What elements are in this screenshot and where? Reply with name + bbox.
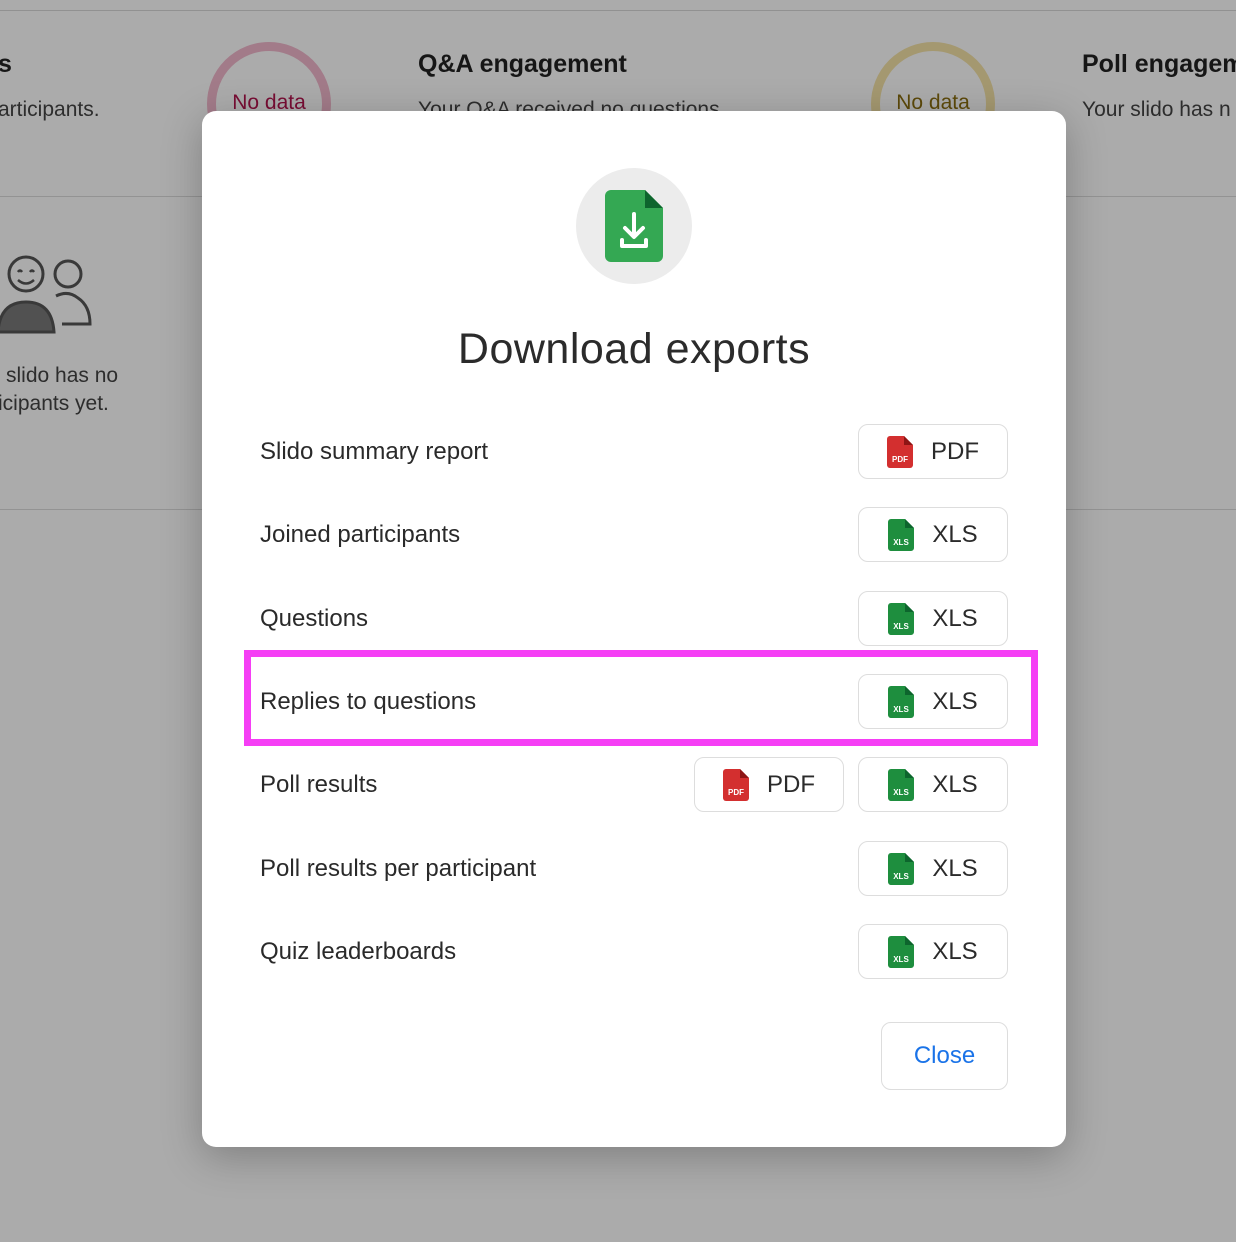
export-button-group: PDF PDF [858,424,1008,479]
export-button-label: XLS [932,770,978,798]
export-button-group: XLS XLS [858,507,1008,562]
export-button-label: XLS [932,520,978,548]
pdf-file-icon: PDF [887,435,913,468]
export-button-group: XLS XLS [858,841,1008,896]
export-row-label: Quiz leaderboards [260,938,457,965]
svg-text:PDF: PDF [728,788,744,797]
pdf-file-icon: PDF [723,768,749,801]
export-button-label: XLS [932,687,978,715]
export-row-label: Slido summary report [260,438,489,465]
export-row: Replies to questions XLS XLS [260,674,1008,730]
export-row: Slido summary report PDF PDF [260,424,1008,480]
xls-file-icon: XLS [888,602,915,635]
export-xls-button[interactable]: XLS XLS [858,924,1008,979]
export-button-group: PDF PDF XLS XLS [694,757,1008,812]
svg-text:XLS: XLS [894,538,910,547]
download-exports-dialog: Download exports Slido summary report PDF… [202,111,1066,1147]
export-pdf-button[interactable]: PDF PDF [694,757,844,812]
export-pdf-button[interactable]: PDF PDF [858,424,1008,479]
export-row-label: Joined participants [260,521,461,548]
export-row-label: Poll results [260,771,378,798]
export-xls-button[interactable]: XLS XLS [858,507,1008,562]
export-button-group: XLS XLS [858,591,1008,646]
export-xls-button[interactable]: XLS XLS [858,841,1008,896]
export-row-label: Poll results per participant [260,855,537,882]
svg-text:PDF: PDF [892,455,908,464]
export-row: Questions XLS XLS [260,591,1008,647]
svg-text:XLS: XLS [894,955,910,964]
export-row: Quiz leaderboards XLS XLS [260,924,1008,980]
close-button[interactable]: Close [881,1022,1008,1090]
export-button-label: PDF [767,770,815,798]
xls-file-icon: XLS [888,685,915,718]
export-row-label: Replies to questions [260,688,477,715]
svg-text:XLS: XLS [894,622,910,631]
export-row: Joined participants XLS XLS [260,507,1008,563]
export-row-label: Questions [260,605,369,632]
xls-file-icon: XLS [888,518,915,551]
export-row: Poll results PDF PDF XLS XLS [260,757,1008,813]
xls-file-icon: XLS [888,768,915,801]
export-button-label: XLS [932,854,978,882]
export-button-label: XLS [932,604,978,632]
export-xls-button[interactable]: XLS XLS [858,674,1008,729]
export-button-label: PDF [931,437,979,465]
xls-file-icon: XLS [888,852,915,885]
download-file-icon [576,168,692,284]
export-button-label: XLS [932,937,978,965]
svg-text:XLS: XLS [894,872,910,881]
dialog-title: Download exports [457,325,811,373]
export-button-group: XLS XLS [858,924,1008,979]
svg-text:XLS: XLS [894,705,910,714]
xls-file-icon: XLS [888,935,915,968]
export-xls-button[interactable]: XLS XLS [858,757,1008,812]
export-row: Poll results per participant XLS XLS [260,841,1008,897]
export-xls-button[interactable]: XLS XLS [858,591,1008,646]
export-button-group: XLS XLS [858,674,1008,729]
svg-text:XLS: XLS [894,788,910,797]
